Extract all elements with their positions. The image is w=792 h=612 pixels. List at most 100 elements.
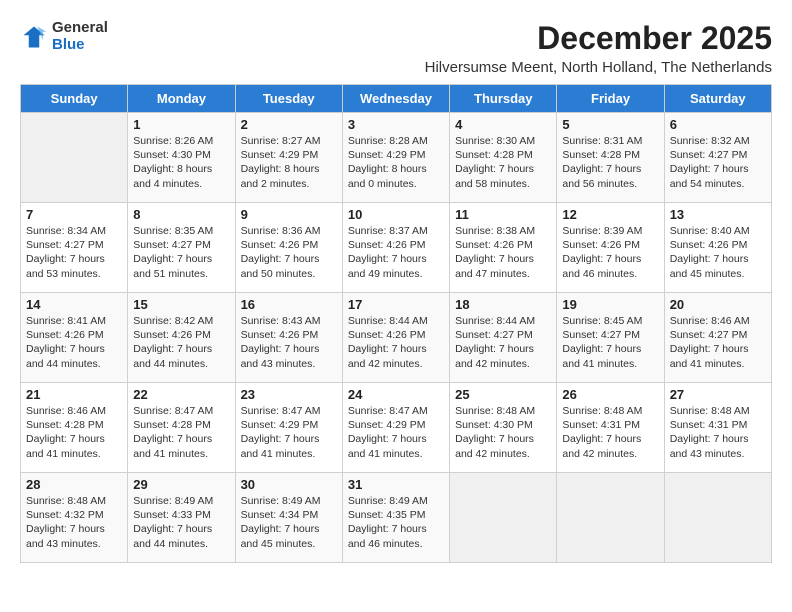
calendar-week-row-2: 14Sunrise: 8:41 AMSunset: 4:26 PMDayligh…: [21, 293, 772, 383]
day-number: 2: [241, 117, 337, 132]
calendar-cell: 18 Sunrise: 8:44 AMSunset: 4:27 PMDayligh…: [450, 293, 557, 383]
day-info: Sunrise: 8:49 AMSunset: 4:35 PMDaylight:…: [348, 494, 444, 551]
day-number: 6: [670, 117, 766, 132]
day-info: Sunrise: 8:40 AMSunset: 4:26 PMDaylight:…: [670, 224, 766, 281]
day-number: 22: [133, 387, 229, 402]
day-number: 31: [348, 477, 444, 492]
day-number: 26: [562, 387, 658, 402]
calendar-cell: 17 Sunrise: 8:44 AMSunset: 4:26 PMDayligh…: [342, 293, 449, 383]
month-year-title: December 2025: [425, 20, 772, 57]
day-number: 21: [26, 387, 122, 402]
weekday-header-thursday: Thursday: [450, 85, 557, 113]
weekday-header-tuesday: Tuesday: [235, 85, 342, 113]
day-info: Sunrise: 8:39 AMSunset: 4:26 PMDaylight:…: [562, 224, 658, 281]
day-info: Sunrise: 8:46 AMSunset: 4:27 PMDaylight:…: [670, 314, 766, 371]
day-number: 10: [348, 207, 444, 222]
day-info: Sunrise: 8:34 AMSunset: 4:27 PMDaylight:…: [26, 224, 122, 281]
calendar-cell: 11 Sunrise: 8:38 AMSunset: 4:26 PMDayligh…: [450, 203, 557, 293]
calendar-week-row-0: 1 Sunrise: 8:26 AMSunset: 4:30 PMDaylight…: [21, 113, 772, 203]
day-info: Sunrise: 8:28 AMSunset: 4:29 PMDaylight:…: [348, 134, 444, 191]
day-number: 13: [670, 207, 766, 222]
day-info: Sunrise: 8:44 AMSunset: 4:27 PMDaylight:…: [455, 314, 551, 371]
calendar-cell: 6 Sunrise: 8:32 AMSunset: 4:27 PMDaylight…: [664, 113, 771, 203]
calendar-cell: 4 Sunrise: 8:30 AMSunset: 4:28 PMDaylight…: [450, 113, 557, 203]
weekday-header-saturday: Saturday: [664, 85, 771, 113]
title-block: December 2025 Hilversumse Meent, North H…: [425, 20, 772, 76]
day-info: Sunrise: 8:49 AMSunset: 4:34 PMDaylight:…: [241, 494, 337, 551]
calendar-week-row-4: 28Sunrise: 8:48 AMSunset: 4:32 PMDayligh…: [21, 473, 772, 563]
calendar-cell: 29 Sunrise: 8:49 AMSunset: 4:33 PMDayligh…: [128, 473, 235, 563]
day-number: 27: [670, 387, 766, 402]
calendar-cell: 3 Sunrise: 8:28 AMSunset: 4:29 PMDaylight…: [342, 113, 449, 203]
day-info: Sunrise: 8:35 AMSunset: 4:27 PMDaylight:…: [133, 224, 229, 281]
calendar-cell: 20 Sunrise: 8:46 AMSunset: 4:27 PMDayligh…: [664, 293, 771, 383]
day-info: Sunrise: 8:47 AMSunset: 4:29 PMDaylight:…: [241, 404, 337, 461]
day-number: 8: [133, 207, 229, 222]
calendar-cell: 16 Sunrise: 8:43 AMSunset: 4:26 PMDayligh…: [235, 293, 342, 383]
calendar-cell: 19 Sunrise: 8:45 AMSunset: 4:27 PMDayligh…: [557, 293, 664, 383]
calendar-cell: 31 Sunrise: 8:49 AMSunset: 4:35 PMDayligh…: [342, 473, 449, 563]
day-number: 4: [455, 117, 551, 132]
day-info: Sunrise: 8:31 AMSunset: 4:28 PMDaylight:…: [562, 134, 658, 191]
day-info: Sunrise: 8:41 AMSunset: 4:26 PMDaylight:…: [26, 314, 122, 371]
calendar-cell: 14Sunrise: 8:41 AMSunset: 4:26 PMDayligh…: [21, 293, 128, 383]
day-info: Sunrise: 8:30 AMSunset: 4:28 PMDaylight:…: [455, 134, 551, 191]
calendar-cell: 9Sunrise: 8:36 AMSunset: 4:26 PMDaylight…: [235, 203, 342, 293]
calendar-table: SundayMondayTuesdayWednesdayThursdayFrid…: [20, 84, 772, 563]
calendar-header: SundayMondayTuesdayWednesdayThursdayFrid…: [21, 85, 772, 113]
day-number: 24: [348, 387, 444, 402]
calendar-cell: 10Sunrise: 8:37 AMSunset: 4:26 PMDayligh…: [342, 203, 449, 293]
day-number: 17: [348, 297, 444, 312]
calendar-cell: 15Sunrise: 8:42 AMSunset: 4:26 PMDayligh…: [128, 293, 235, 383]
calendar-cell: 27 Sunrise: 8:48 AMSunset: 4:31 PMDayligh…: [664, 383, 771, 473]
calendar-cell: 26Sunrise: 8:48 AMSunset: 4:31 PMDayligh…: [557, 383, 664, 473]
day-info: Sunrise: 8:32 AMSunset: 4:27 PMDaylight:…: [670, 134, 766, 191]
day-info: Sunrise: 8:47 AMSunset: 4:29 PMDaylight:…: [348, 404, 444, 461]
day-info: Sunrise: 8:43 AMSunset: 4:26 PMDaylight:…: [241, 314, 337, 371]
day-info: Sunrise: 8:42 AMSunset: 4:26 PMDaylight:…: [133, 314, 229, 371]
calendar-cell: 12 Sunrise: 8:39 AMSunset: 4:26 PMDayligh…: [557, 203, 664, 293]
day-number: 3: [348, 117, 444, 132]
calendar-cell: 13 Sunrise: 8:40 AMSunset: 4:26 PMDayligh…: [664, 203, 771, 293]
day-info: Sunrise: 8:38 AMSunset: 4:26 PMDaylight:…: [455, 224, 551, 281]
logo-general-text: General: [52, 20, 108, 37]
day-number: 29: [133, 477, 229, 492]
day-info: Sunrise: 8:45 AMSunset: 4:27 PMDaylight:…: [562, 314, 658, 371]
weekday-header-row: SundayMondayTuesdayWednesdayThursdayFrid…: [21, 85, 772, 113]
day-info: Sunrise: 8:48 AMSunset: 4:32 PMDaylight:…: [26, 494, 122, 551]
calendar-cell: [450, 473, 557, 563]
day-info: Sunrise: 8:47 AMSunset: 4:28 PMDaylight:…: [133, 404, 229, 461]
day-info: Sunrise: 8:26 AMSunset: 4:30 PMDaylight:…: [133, 134, 229, 191]
day-number: 20: [670, 297, 766, 312]
calendar-cell: [557, 473, 664, 563]
weekday-header-wednesday: Wednesday: [342, 85, 449, 113]
calendar-cell: 22 Sunrise: 8:47 AMSunset: 4:28 PMDayligh…: [128, 383, 235, 473]
day-number: 23: [241, 387, 337, 402]
page-header: General Blue December 2025 Hilversumse M…: [20, 20, 772, 76]
day-number: 19: [562, 297, 658, 312]
day-info: Sunrise: 8:49 AMSunset: 4:33 PMDaylight:…: [133, 494, 229, 551]
day-number: 18: [455, 297, 551, 312]
weekday-header-friday: Friday: [557, 85, 664, 113]
logo-blue-text: Blue: [52, 37, 108, 54]
logo: General Blue: [20, 20, 108, 53]
weekday-header-monday: Monday: [128, 85, 235, 113]
calendar-cell: 8 Sunrise: 8:35 AMSunset: 4:27 PMDaylight…: [128, 203, 235, 293]
calendar-cell: 30Sunrise: 8:49 AMSunset: 4:34 PMDayligh…: [235, 473, 342, 563]
logo-text: General Blue: [52, 20, 108, 53]
calendar-cell: 23 Sunrise: 8:47 AMSunset: 4:29 PMDayligh…: [235, 383, 342, 473]
day-number: 1: [133, 117, 229, 132]
calendar-cell: 21Sunrise: 8:46 AMSunset: 4:28 PMDayligh…: [21, 383, 128, 473]
day-number: 11: [455, 207, 551, 222]
calendar-cell: 1 Sunrise: 8:26 AMSunset: 4:30 PMDaylight…: [128, 113, 235, 203]
day-info: Sunrise: 8:44 AMSunset: 4:26 PMDaylight:…: [348, 314, 444, 371]
day-info: Sunrise: 8:27 AMSunset: 4:29 PMDaylight:…: [241, 134, 337, 191]
calendar-cell: 28Sunrise: 8:48 AMSunset: 4:32 PMDayligh…: [21, 473, 128, 563]
day-number: 16: [241, 297, 337, 312]
calendar-week-row-3: 21Sunrise: 8:46 AMSunset: 4:28 PMDayligh…: [21, 383, 772, 473]
day-info: Sunrise: 8:48 AMSunset: 4:30 PMDaylight:…: [455, 404, 551, 461]
day-number: 12: [562, 207, 658, 222]
day-info: Sunrise: 8:48 AMSunset: 4:31 PMDaylight:…: [670, 404, 766, 461]
day-number: 25: [455, 387, 551, 402]
calendar-cell: 7Sunrise: 8:34 AMSunset: 4:27 PMDaylight…: [21, 203, 128, 293]
